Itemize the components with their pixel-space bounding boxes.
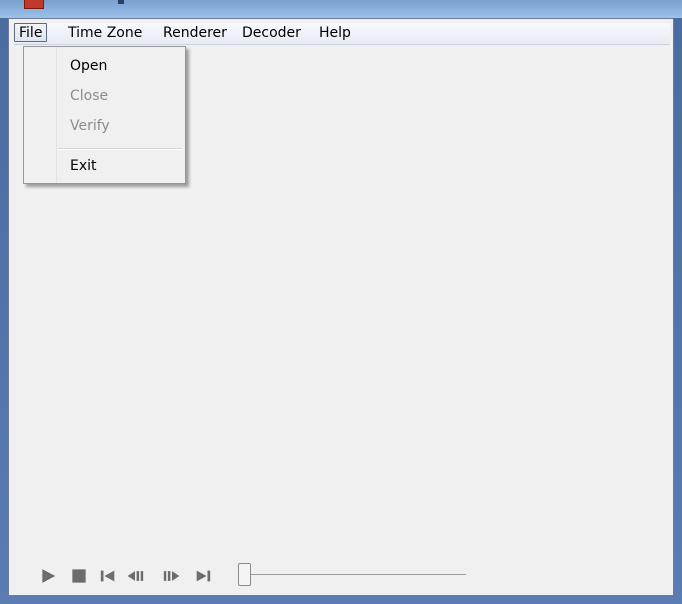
menu-time-zone[interactable]: Time Zone bbox=[63, 25, 147, 42]
menu-item-exit[interactable]: Exit bbox=[24, 153, 185, 179]
seek-slider-track[interactable] bbox=[251, 574, 466, 575]
skip-to-start-icon[interactable] bbox=[99, 567, 117, 585]
title-bar[interactable] bbox=[0, 0, 682, 18]
menu-item-verify[interactable]: Verify bbox=[24, 113, 185, 139]
seek-slider-thumb[interactable] bbox=[238, 563, 251, 586]
menu-item-close[interactable]: Close bbox=[24, 83, 185, 109]
stop-icon[interactable] bbox=[70, 567, 88, 585]
step-back-icon[interactable] bbox=[126, 567, 144, 585]
title-text-fragment bbox=[118, 0, 124, 4]
menu-renderer[interactable]: Renderer bbox=[158, 25, 232, 42]
menu-separator bbox=[58, 148, 182, 150]
menu-help[interactable]: Help bbox=[314, 25, 356, 42]
menu-item-open[interactable]: Open bbox=[24, 53, 185, 79]
file-dropdown-menu: Open Close Verify Exit bbox=[23, 46, 186, 184]
menu-decoder[interactable]: Decoder bbox=[237, 25, 306, 42]
app-icon[interactable] bbox=[24, 0, 44, 9]
skip-to-end-icon[interactable] bbox=[194, 567, 212, 585]
step-forward-icon[interactable] bbox=[163, 567, 181, 585]
menu-file[interactable]: File bbox=[14, 23, 48, 42]
play-icon[interactable] bbox=[40, 567, 58, 585]
